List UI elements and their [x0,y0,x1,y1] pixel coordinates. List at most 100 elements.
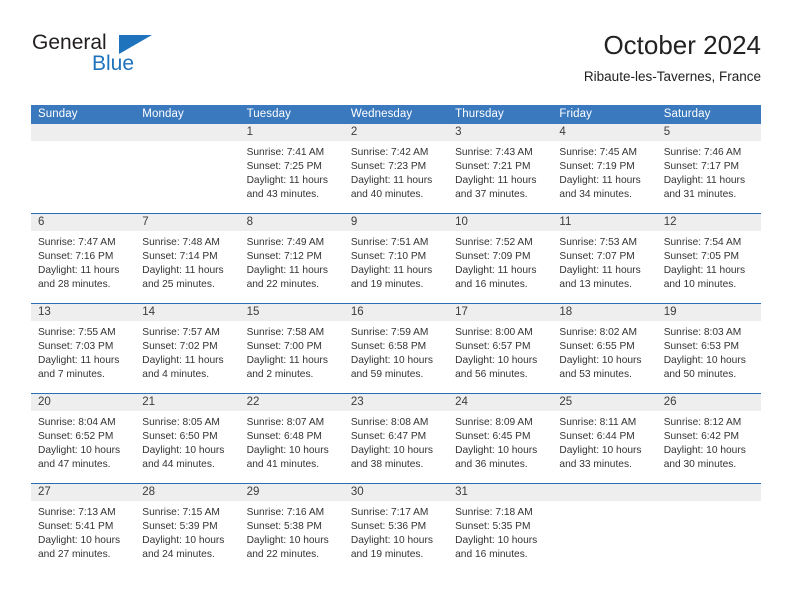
calendar-day-cell[interactable]: 12 Sunrise: 7:54 AM Sunset: 7:05 PM Dayligh… [656,213,761,304]
sunset-text: Sunset: 7:03 PM [38,341,114,353]
daylight-text-line1: Daylight: 10 hours [246,535,329,547]
calendar-day-cell[interactable]: 19 Sunrise: 8:03 AM Sunset: 6:53 PM Dayligh… [656,303,761,394]
sunset-text: Sunset: 6:47 PM [350,431,427,443]
calendar-day-cell[interactable]: 25 Sunrise: 8:11 AM Sunset: 6:44 PM Dayligh… [552,393,657,484]
day-number: 16 [350,306,364,318]
daylight-text-line2: and 7 minutes. [38,369,105,381]
page-header: General Blue October 2024 Ribaute-les-Ta… [31,30,761,96]
day-cell-inner: 19 Sunrise: 8:03 AM Sunset: 6:53 PM Dayligh… [656,304,761,393]
day-number-band: 10 [448,214,553,231]
calendar-day-cell[interactable]: 24 Sunrise: 8:09 AM Sunset: 6:45 PM Dayligh… [448,393,553,484]
calendar-day-cell[interactable]: 27 Sunrise: 7:13 AM Sunset: 5:41 PM Dayligh… [31,483,136,573]
day-cell-inner: 29 Sunrise: 7:16 AM Sunset: 5:38 PM Dayligh… [239,484,344,573]
day-cell-inner [31,124,136,213]
calendar-day-cell[interactable]: 29 Sunrise: 7:16 AM Sunset: 5:38 PM Dayligh… [239,483,344,573]
day-number-band [135,124,240,141]
calendar-day-cell[interactable]: 10 Sunrise: 7:52 AM Sunset: 7:09 PM Dayligh… [448,213,553,304]
sunrise-text: Sunrise: 8:05 AM [142,417,220,428]
title-block: October 2024 Ribaute-les-Tavernes, Franc… [584,30,761,87]
daylight-text-line1: Daylight: 10 hours [142,445,225,457]
day-number: 4 [559,126,566,138]
calendar-day-cell[interactable]: 23 Sunrise: 8:08 AM Sunset: 6:47 PM Dayligh… [343,393,449,484]
calendar-day-cell[interactable]: 17 Sunrise: 8:00 AM Sunset: 6:57 PM Dayligh… [448,303,553,394]
calendar-day-cell[interactable]: 15 Sunrise: 7:58 AM Sunset: 7:00 PM Dayligh… [239,303,344,394]
sunset-text: Sunset: 6:55 PM [559,341,635,353]
day-cell-details [31,141,135,146]
day-number-band: 5 [656,124,761,141]
sunrise-text: Sunrise: 8:02 AM [559,327,637,338]
calendar-day-cell[interactable]: 18 Sunrise: 8:02 AM Sunset: 6:55 PM Dayligh… [552,303,657,394]
page-subtitle: Ribaute-les-Tavernes, France [583,69,761,84]
calendar-day-cell[interactable]: 20 Sunrise: 8:04 AM Sunset: 6:52 PM Dayligh… [31,393,136,484]
calendar-day-cell[interactable]: 28 Sunrise: 7:15 AM Sunset: 5:39 PM Dayligh… [135,483,240,573]
day-number-band: 9 [343,214,449,231]
daylight-text-line2: and 36 minutes. [455,459,528,471]
day-number: 22 [246,396,260,408]
day-cell-inner: 23 Sunrise: 8:08 AM Sunset: 6:47 PM Dayligh… [343,394,449,483]
day-cell-details: Sunrise: 7:57 AM Sunset: 7:02 PM Daylight:… [135,321,239,382]
day-number: 24 [455,396,468,408]
day-number: 23 [350,396,364,408]
day-number-band: 14 [135,304,240,321]
daylight-text-line1: Daylight: 11 hours [142,265,224,277]
calendar-day-cell[interactable]: 6 Sunrise: 7:47 AM Sunset: 7:16 PM Daylight… [31,213,136,304]
calendar-day-cell[interactable]: 31 Sunrise: 7:18 AM Sunset: 5:35 PM Dayligh… [448,483,553,573]
day-number-band: 4 [552,124,657,141]
calendar-day-cell[interactable]: 5 Sunrise: 7:46 AM Sunset: 7:17 PM Daylight… [656,124,761,214]
day-cell-details: Sunrise: 8:11 AM Sunset: 6:44 PM Daylight:… [552,411,656,472]
day-cell-details: Sunrise: 7:49 AM Sunset: 7:12 PM Daylight:… [240,231,344,292]
day-number-band: 18 [552,304,657,321]
day-cell-inner: 2 Sunrise: 7:42 AM Sunset: 7:23 PM Daylight… [343,124,449,213]
calendar-day-cell[interactable]: 30 Sunrise: 7:17 AM Sunset: 5:36 PM Dayligh… [343,483,449,573]
calendar-day-cell[interactable]: 9 Sunrise: 7:51 AM Sunset: 7:10 PM Daylight… [343,213,449,304]
day-number: 30 [350,486,364,498]
day-cell-details: Sunrise: 7:55 AM Sunset: 7:03 PM Daylight:… [31,321,135,382]
generalblue-logo[interactable]: General Blue [31,30,251,90]
daylight-text-line2: and 19 minutes. [350,549,424,561]
sunset-text: Sunset: 5:39 PM [142,521,218,533]
day-number: 17 [455,306,468,318]
day-number: 26 [663,396,677,408]
day-number-band: 27 [31,484,136,501]
daylight-text-line2: and 53 minutes. [559,369,632,381]
calendar-day-cell[interactable]: 7 Sunrise: 7:48 AM Sunset: 7:14 PM Daylight… [135,213,240,304]
sunset-text: Sunset: 7:14 PM [142,251,218,263]
calendar-day-cell[interactable]: 2 Sunrise: 7:42 AM Sunset: 7:23 PM Daylight… [343,124,449,214]
daylight-text-line2: and 16 minutes. [455,279,528,291]
sunset-text: Sunset: 6:48 PM [246,431,322,443]
day-cell-inner: 20 Sunrise: 8:04 AM Sunset: 6:52 PM Dayligh… [31,394,136,483]
sunrise-text: Sunrise: 7:45 AM [559,147,637,158]
sunrise-text: Sunrise: 8:09 AM [455,417,533,428]
daylight-text-line1: Daylight: 11 hours [246,175,328,187]
weekday-header-row: Sunday Monday Tuesday Wednesday Thursday… [31,105,761,124]
daylight-text-line1: Daylight: 11 hours [246,265,328,277]
calendar-day-cell-empty [656,483,761,573]
daylight-text-line1: Daylight: 10 hours [663,445,746,457]
day-cell-details: Sunrise: 7:41 AM Sunset: 7:25 PM Daylight:… [240,141,344,202]
calendar-day-cell[interactable]: 8 Sunrise: 7:49 AM Sunset: 7:12 PM Daylight… [239,213,344,304]
daylight-text-line1: Daylight: 11 hours [455,175,537,187]
calendar-day-cell[interactable]: 3 Sunrise: 7:43 AM Sunset: 7:21 PM Daylight… [448,124,553,214]
calendar-day-cell[interactable]: 11 Sunrise: 7:53 AM Sunset: 7:07 PM Dayligh… [552,213,657,304]
calendar-day-cell[interactable]: 13 Sunrise: 7:55 AM Sunset: 7:03 PM Dayligh… [31,303,136,394]
daylight-text-line2: and 31 minutes. [663,189,737,201]
sunrise-text: Sunrise: 7:53 AM [559,237,637,248]
day-cell-inner: 7 Sunrise: 7:48 AM Sunset: 7:14 PM Daylight… [135,214,240,303]
day-number-band: 28 [135,484,240,501]
sunset-text: Sunset: 5:41 PM [38,521,114,533]
day-number: 11 [559,216,572,228]
day-cell-inner: 10 Sunrise: 7:52 AM Sunset: 7:09 PM Dayligh… [448,214,553,303]
calendar-day-cell[interactable]: 26 Sunrise: 8:12 AM Sunset: 6:42 PM Dayligh… [656,393,761,484]
day-number-band: 13 [31,304,136,321]
calendar-day-cell[interactable]: 4 Sunrise: 7:45 AM Sunset: 7:19 PM Daylight… [552,124,657,214]
calendar-day-cell[interactable]: 21 Sunrise: 8:05 AM Sunset: 6:50 PM Dayligh… [135,393,240,484]
sunset-text: Sunset: 6:44 PM [559,431,635,443]
daylight-text-line1: Daylight: 10 hours [663,355,746,367]
calendar-day-cell[interactable]: 16 Sunrise: 7:59 AM Sunset: 6:58 PM Dayligh… [343,303,449,394]
day-cell-inner: 25 Sunrise: 8:11 AM Sunset: 6:44 PM Dayligh… [552,394,657,483]
calendar-day-cell[interactable]: 22 Sunrise: 8:07 AM Sunset: 6:48 PM Dayligh… [239,393,344,484]
calendar-day-cell[interactable]: 14 Sunrise: 7:57 AM Sunset: 7:02 PM Dayligh… [135,303,240,394]
calendar-day-cell[interactable]: 1 Sunrise: 7:41 AM Sunset: 7:25 PM Daylight… [239,124,344,214]
day-cell-inner: 16 Sunrise: 7:59 AM Sunset: 6:58 PM Dayligh… [343,304,449,393]
daylight-text-line2: and 27 minutes. [38,549,111,561]
